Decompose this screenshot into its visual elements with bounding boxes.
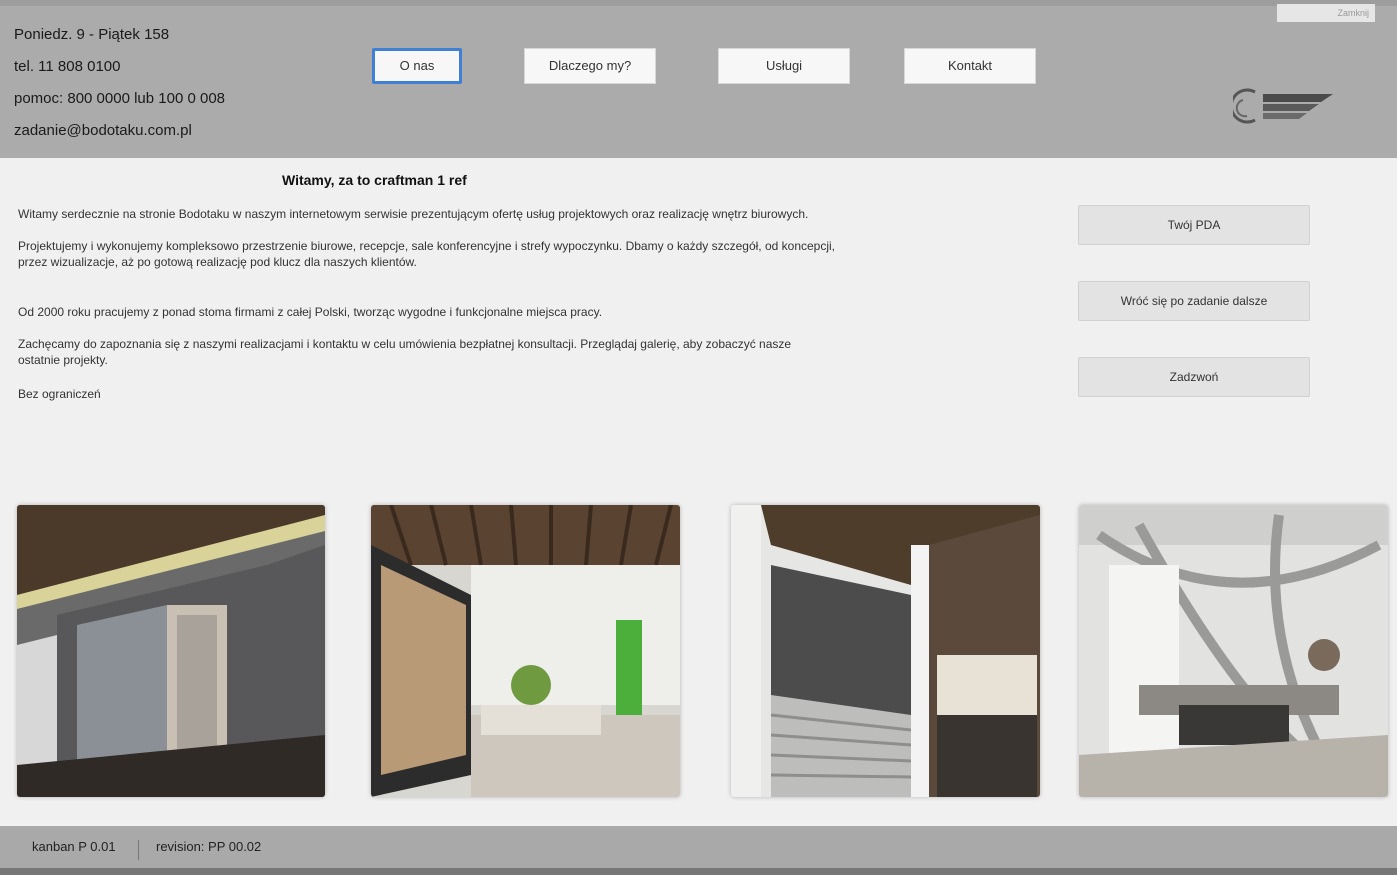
contact-phone: tel. 11 808 0100: [14, 58, 121, 75]
title-strip: [0, 0, 1397, 6]
lounge-photo: [1079, 505, 1388, 797]
nav-button-about[interactable]: O nas: [372, 48, 462, 84]
intro-paragraph-3: Od 2000 roku pracujemy z ponad stoma fir…: [18, 305, 603, 319]
window-close-control[interactable]: Zamknij: [1277, 4, 1375, 22]
header-bar: Zamknij Poniedz. 9 - Piątek 158 tel. 11 …: [0, 0, 1397, 158]
nav-button-services[interactable]: Usługi: [718, 48, 850, 84]
intro-paragraph-2: Projektujemy i wykonujemy kompleksowo pr…: [18, 239, 836, 269]
status-left-text: kanban P 0.01: [32, 839, 116, 854]
window-bottom-edge: [0, 868, 1397, 875]
contact-email: zadanie@bodotaku.com.pl: [14, 122, 192, 139]
status-right-text: revision: PP 00.02: [156, 839, 262, 854]
contact-help: pomoc: 800 0000 lub 100 0 008: [14, 90, 226, 107]
intro-paragraph-4: Zachęcamy do zapoznania się z naszymi re…: [18, 337, 792, 367]
intro-paragraph-1: Witamy serdecznie na stronie Bodotaku w …: [18, 207, 809, 221]
company-logo: [1233, 88, 1333, 124]
call-button[interactable]: Zadzwoń: [1078, 357, 1310, 397]
contact-hours: Poniedz. 9 - Piątek 158: [14, 26, 170, 43]
nav-button-contact[interactable]: Kontakt: [904, 48, 1036, 84]
reception-photo: [371, 505, 680, 797]
contact-info: Poniedz. 9 - Piątek 158 tel. 11 808 0100…: [14, 24, 225, 152]
next-task-button[interactable]: Wróć się po zadanie dalsze: [1078, 281, 1310, 321]
intro-title: Witamy, za to craftman 1 ref: [282, 172, 467, 188]
pda-button[interactable]: Twój PDA: [1078, 205, 1310, 245]
office-corridor-photo: [17, 505, 325, 797]
intro-paragraph-5: Bez ograniczeń: [18, 387, 101, 401]
status-separator: [138, 840, 139, 860]
staircase-photo: [731, 505, 1040, 797]
nav-button-why-us[interactable]: Dlaczego my?: [524, 48, 656, 84]
